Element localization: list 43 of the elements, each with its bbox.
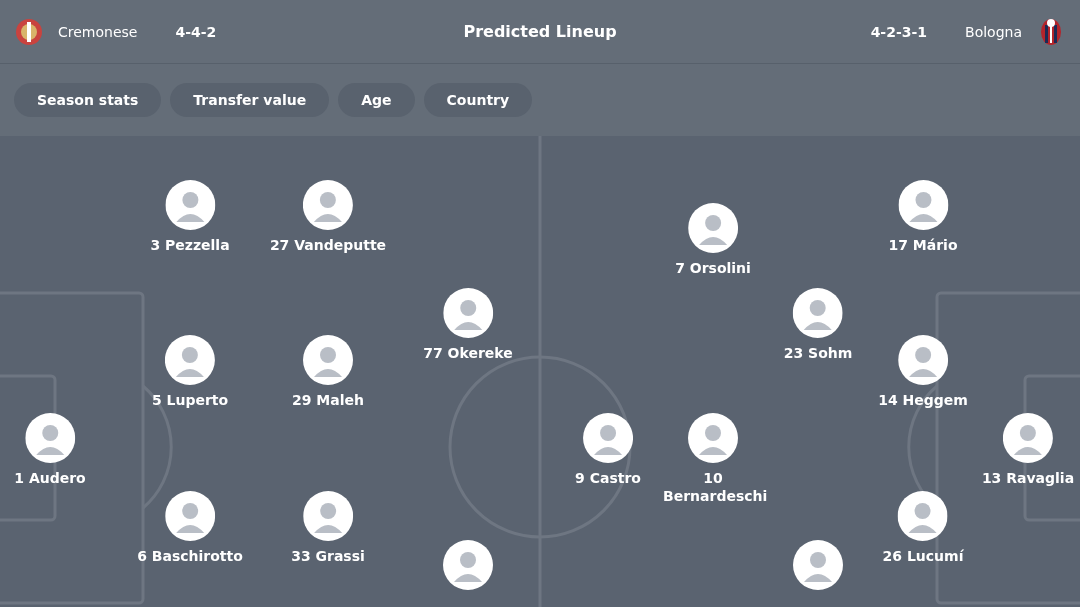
player-name: 5 Luperto: [151, 391, 229, 409]
player-name: 29 Maleh: [292, 391, 364, 409]
player-avatar[interactable]: [898, 180, 948, 230]
player-avatar[interactable]: [898, 335, 948, 385]
page-title: Predicted Lineup: [463, 22, 617, 41]
player-name: 17 Mário: [888, 236, 958, 254]
player-name: 1 Audero: [14, 469, 86, 487]
player-avatar[interactable]: [583, 413, 633, 463]
player-avatar[interactable]: [165, 180, 215, 230]
filter-chip[interactable]: Age: [338, 83, 415, 117]
player-avatar[interactable]: [443, 540, 493, 590]
player-avatar[interactable]: [443, 288, 493, 338]
player-name: 77 Okereke: [423, 344, 513, 362]
player-avatar[interactable]: [793, 540, 843, 590]
player-name: 7 Orsolini: [675, 259, 751, 277]
player-avatar[interactable]: [303, 180, 353, 230]
player-avatar[interactable]: [793, 288, 843, 338]
player-name: 6 Baschirotto: [137, 547, 243, 565]
away-formation: 4-2-3-1: [870, 23, 928, 40]
player-name: 23 Sohm: [783, 344, 853, 362]
player-avatar[interactable]: [303, 335, 353, 385]
player-avatar[interactable]: [165, 491, 215, 541]
player-avatar[interactable]: [165, 335, 215, 385]
player-name: 13 Ravaglia: [981, 469, 1075, 487]
player-name: 26 Lucumí: [882, 547, 964, 565]
player-name: 9 Castro: [575, 469, 641, 487]
player-avatar[interactable]: [688, 413, 738, 463]
home-formation: 4-4-2: [175, 23, 217, 40]
player-name: 27 Vandeputte: [269, 236, 387, 254]
player-avatar[interactable]: [898, 491, 948, 541]
player-avatar[interactable]: [25, 413, 75, 463]
filter-chip[interactable]: Transfer value: [170, 83, 330, 117]
player-avatar[interactable]: [303, 491, 353, 541]
player-avatar[interactable]: [688, 203, 738, 253]
filter-chip[interactable]: Country: [423, 83, 533, 117]
home-team-name: Cremonese: [58, 23, 138, 40]
player-name: 33 Grassi: [291, 547, 365, 565]
player-name: 3 Pezzella: [150, 236, 230, 254]
away-team-name: Bologna: [965, 23, 1022, 40]
club-crest-icon: [14, 16, 44, 47]
filter-chip[interactable]: Season stats: [14, 83, 162, 117]
player-name: 14 Heggem: [878, 391, 968, 409]
player-avatar[interactable]: [1003, 413, 1053, 463]
